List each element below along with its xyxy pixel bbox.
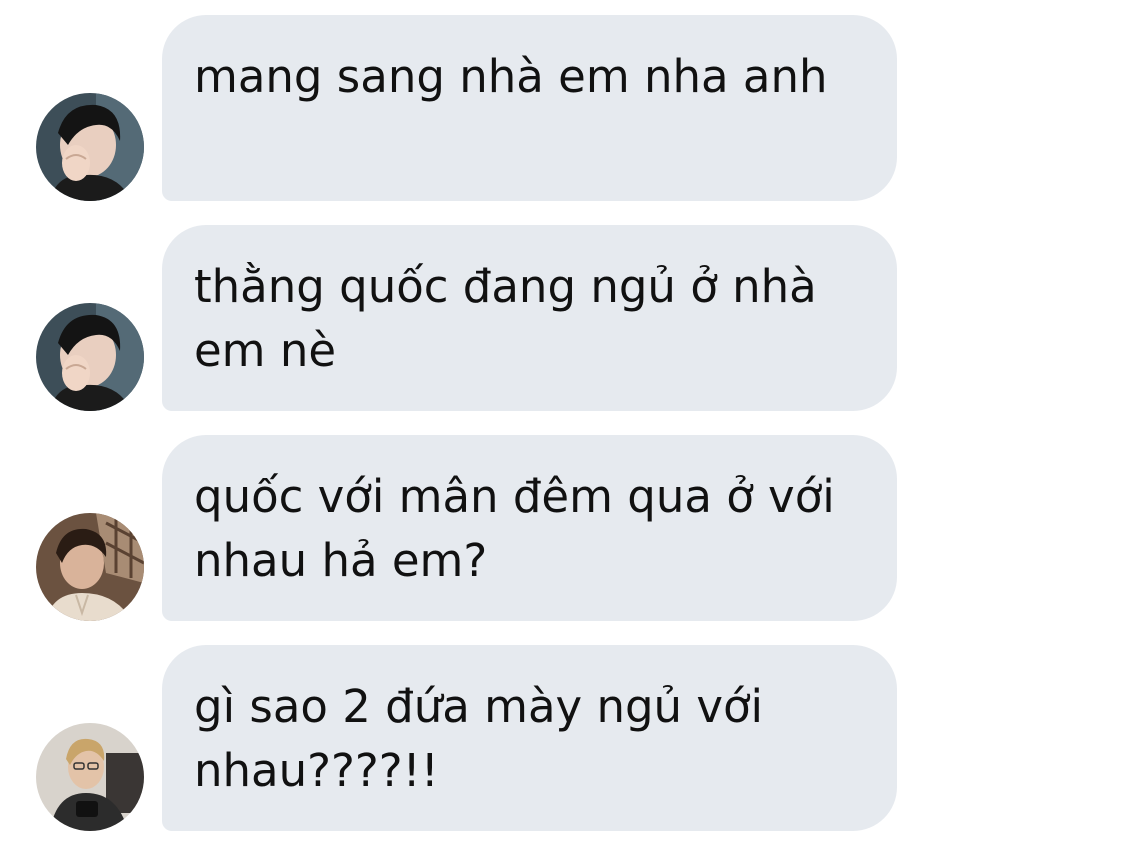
message-bubble[interactable]: quốc với mân đêm qua ở với nhau hả em? — [162, 435, 897, 621]
sender-avatar[interactable] — [36, 303, 144, 411]
message-text: mang sang nhà em nha anh — [194, 50, 828, 103]
sender-avatar[interactable] — [36, 93, 144, 201]
avatar-photo-icon — [36, 723, 144, 831]
message-thread: mang sang nhà em nha anh thằng quốc đang… — [0, 0, 1125, 844]
message-text: thằng quốc đang ngủ ở nhà em nè — [194, 260, 817, 377]
avatar-photo-icon — [36, 513, 144, 621]
avatar-photo-icon — [36, 93, 144, 201]
message-bubble[interactable]: gì sao 2 đứa mày ngủ với nhau????!! — [162, 645, 897, 831]
message-row: gì sao 2 đứa mày ngủ với nhau????!! — [0, 645, 1125, 831]
message-row: thằng quốc đang ngủ ở nhà em nè — [0, 225, 1125, 411]
message-bubble[interactable]: mang sang nhà em nha anh — [162, 15, 897, 201]
sender-avatar[interactable] — [36, 513, 144, 621]
message-text: quốc với mân đêm qua ở với nhau hả em? — [194, 470, 835, 587]
avatar-photo-icon — [36, 303, 144, 411]
message-bubble[interactable]: thằng quốc đang ngủ ở nhà em nè — [162, 225, 897, 411]
message-text: gì sao 2 đứa mày ngủ với nhau????!! — [194, 680, 764, 797]
message-row: quốc với mân đêm qua ở với nhau hả em? — [0, 435, 1125, 621]
sender-avatar[interactable] — [36, 723, 144, 831]
message-row: mang sang nhà em nha anh — [0, 15, 1125, 201]
